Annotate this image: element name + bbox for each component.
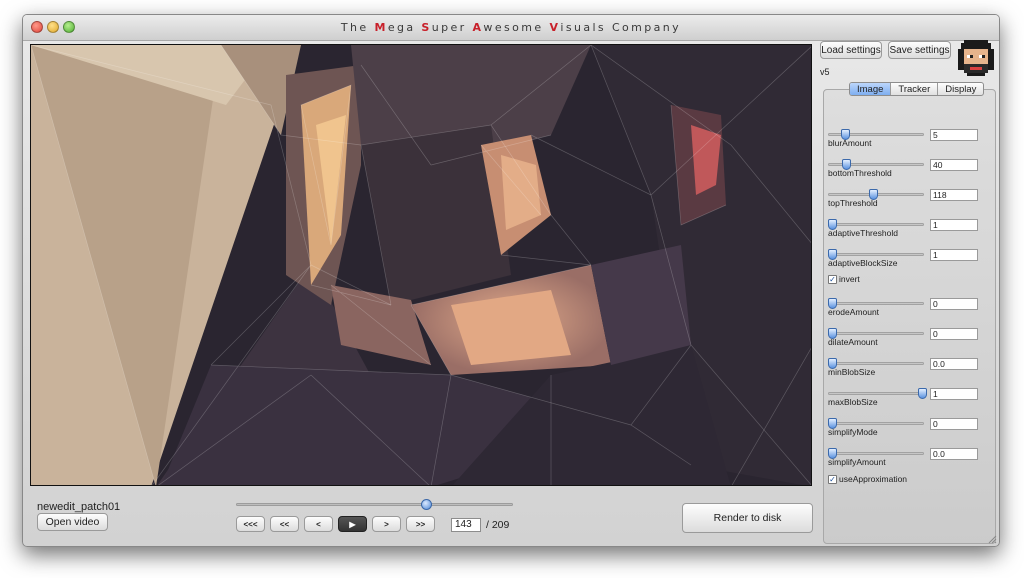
title-text-segment: wesome — [483, 21, 550, 34]
open-video-button[interactable]: Open video — [37, 513, 108, 531]
param-row-bottomThreshold: bottomThreshold 40 — [818, 157, 999, 187]
timeline-scrubber[interactable] — [236, 499, 513, 510]
title-text-segment: ega — [387, 21, 422, 34]
settings-tabs: Image Tracker Display — [849, 82, 985, 96]
adaptiveThreshold-slider[interactable] — [828, 219, 924, 230]
skip-forward-button[interactable]: >> — [406, 516, 435, 532]
window-title: The Mega Super Awesome Visuals Company — [23, 21, 999, 34]
maxBlobSize-slider-handle[interactable] — [918, 388, 927, 399]
simplifyMode-label: simplifyMode — [828, 427, 878, 437]
invert-label: invert — [839, 274, 860, 284]
play-button[interactable]: ▶ — [338, 516, 367, 532]
skip-back-button[interactable]: << — [270, 516, 299, 532]
param-row-maxBlobSize: maxBlobSize 1 — [818, 386, 999, 416]
scrubber-handle[interactable] — [421, 499, 433, 510]
dilateAmount-label: dilateAmount — [828, 337, 878, 347]
save-settings-button[interactable]: Save settings — [888, 41, 951, 59]
settings-panel: Load settings Save settings v5 Image Tra… — [818, 40, 999, 546]
previous-frame-button[interactable]: < — [304, 516, 333, 532]
title-text-segment: isuals Company — [560, 21, 682, 34]
param-row-simplifyAmount: simplifyAmount 0.0 — [818, 446, 999, 476]
video-preview-canvas — [30, 44, 812, 486]
adaptiveThreshold-label: adaptiveThreshold — [828, 228, 898, 238]
simplifyMode-value-field[interactable]: 0 — [930, 418, 978, 430]
adaptiveBlockSize-slider[interactable] — [828, 249, 924, 260]
param-row-dilateAmount: dilateAmount 0 — [818, 326, 999, 356]
load-settings-button[interactable]: Load settings — [820, 41, 882, 59]
first-frame-button[interactable]: <<< — [236, 516, 265, 532]
triangulated-frame-image — [31, 45, 811, 485]
simplifyMode-slider[interactable] — [828, 418, 924, 429]
simplifyAmount-slider[interactable] — [828, 448, 924, 459]
dilateAmount-slider[interactable] — [828, 328, 924, 339]
current-frame-input[interactable]: 143 — [451, 518, 481, 532]
minBlobSize-slider[interactable] — [828, 358, 924, 369]
render-to-disk-button[interactable]: Render to disk — [682, 503, 813, 533]
param-row-minBlobSize: minBlobSize 0.0 — [818, 356, 999, 386]
tab-image[interactable]: Image — [850, 83, 892, 95]
version-label: v5 — [820, 67, 830, 77]
bottomThreshold-value-field[interactable]: 40 — [930, 159, 978, 171]
topThreshold-slider[interactable] — [828, 189, 924, 200]
use-approximation-checkbox[interactable]: ✓ — [828, 474, 837, 484]
maxBlobSize-value-field[interactable]: 1 — [930, 388, 978, 400]
invert-checkbox-row[interactable]: ✓ invert — [828, 273, 860, 285]
bottomThreshold-slider[interactable] — [828, 159, 924, 170]
invert-checkbox[interactable]: ✓ — [828, 274, 837, 284]
title-text-segment: M — [374, 21, 388, 34]
erodeAmount-label: erodeAmount — [828, 307, 880, 317]
adaptiveBlockSize-value-field[interactable]: 1 — [930, 249, 978, 261]
erodeAmount-value-field[interactable]: 0 — [930, 298, 978, 310]
topThreshold-value-field[interactable]: 118 — [930, 189, 978, 201]
video-filename: newedit_patch01 — [37, 501, 121, 513]
tab-display[interactable]: Display — [938, 83, 983, 95]
minBlobSize-label: minBlobSize — [828, 367, 876, 377]
use-approximation-checkbox-row[interactable]: ✓ useApproximation — [828, 473, 907, 485]
title-text-segment: S — [421, 21, 432, 34]
simplifyAmount-value-field[interactable]: 0.0 — [930, 448, 978, 460]
title-text-segment: V — [549, 21, 561, 34]
resize-grip-icon[interactable] — [987, 534, 997, 544]
simplifyAmount-label: simplifyAmount — [828, 457, 886, 467]
minBlobSize-value-field[interactable]: 0.0 — [930, 358, 978, 370]
next-frame-button[interactable]: > — [372, 516, 401, 532]
title-text-segment: A — [472, 21, 484, 34]
playback-bar: newedit_patch01 Open video <<< << < ▶ > … — [23, 489, 819, 546]
bottomThreshold-label: bottomThreshold — [828, 168, 892, 178]
use-approximation-label: useApproximation — [839, 474, 908, 484]
maxBlobSize-slider[interactable] — [828, 388, 927, 399]
param-row-simplifyMode: simplifyMode 0 — [818, 416, 999, 446]
pixel-avatar-logo — [958, 40, 994, 76]
app-window: The Mega Super Awesome Visuals Company n… — [22, 14, 1000, 547]
erodeAmount-slider[interactable] — [828, 298, 924, 309]
topThreshold-label: topThreshold — [828, 198, 878, 208]
blurAmount-value-field[interactable]: 5 — [930, 129, 978, 141]
dilateAmount-value-field[interactable]: 0 — [930, 328, 978, 340]
param-row-blurAmount: blurAmount 5 — [818, 127, 999, 157]
total-frames-label: / 209 — [486, 519, 510, 531]
title-text-segment: uper — [431, 21, 473, 34]
blurAmount-label: blurAmount — [828, 138, 872, 148]
title-bar: The Mega Super Awesome Visuals Company — [23, 15, 999, 41]
adaptiveThreshold-value-field[interactable]: 1 — [930, 219, 978, 231]
param-row-adaptiveThreshold: adaptiveThreshold 1 — [818, 217, 999, 247]
maxBlobSize-label: maxBlobSize — [828, 397, 878, 407]
param-row-erodeAmount: erodeAmount 0 — [818, 296, 999, 326]
title-text-segment: The — [340, 21, 375, 34]
param-row-topThreshold: topThreshold 118 — [818, 187, 999, 217]
tab-tracker[interactable]: Tracker — [891, 83, 939, 95]
blurAmount-slider[interactable] — [828, 129, 924, 140]
adaptiveBlockSize-label: adaptiveBlockSize — [828, 258, 898, 268]
